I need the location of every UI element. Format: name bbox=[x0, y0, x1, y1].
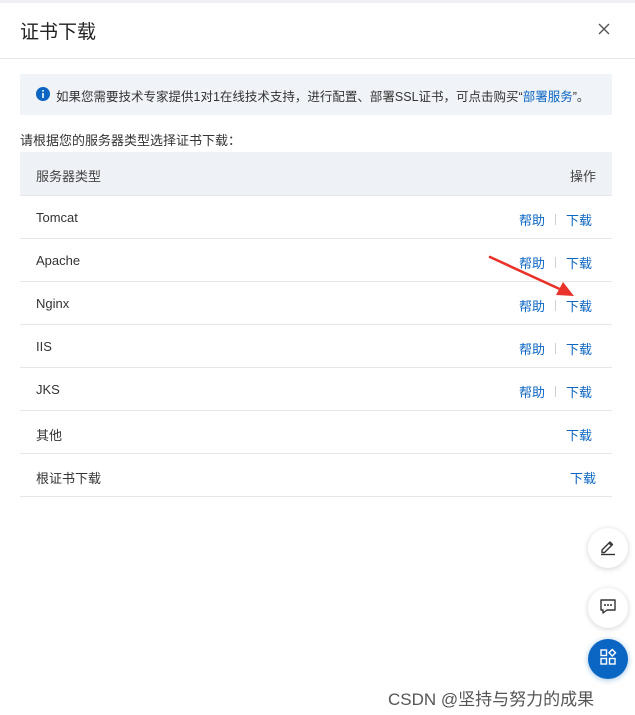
server-name: IIS bbox=[36, 339, 52, 354]
feedback-button[interactable] bbox=[588, 588, 628, 628]
root-cert-download-link[interactable]: 下载 bbox=[570, 468, 596, 487]
divider bbox=[554, 343, 556, 354]
column-header-action: 操作 bbox=[569, 169, 596, 184]
server-name: Nginx bbox=[36, 296, 70, 311]
server-name: 其他 bbox=[36, 428, 63, 443]
server-name: 根证书下载 bbox=[36, 471, 102, 486]
help-link[interactable]: 帮助 bbox=[519, 339, 545, 358]
divider bbox=[554, 214, 556, 225]
table-row: 其他 下载 bbox=[20, 411, 612, 454]
notice-text-suffix: ”。 bbox=[572, 90, 590, 104]
table-header: 服务器类型 操作 bbox=[20, 152, 612, 196]
chat-icon bbox=[598, 596, 618, 621]
dialog-title: 证书下载 bbox=[20, 22, 97, 43]
row-actions: 帮助 下载 bbox=[519, 339, 592, 358]
server-name: Apache bbox=[36, 253, 81, 268]
notice-text-main: 如果您需要技术专家提供1对1在线技术支持，进行配置、部署SSL证书，可点击购买“ bbox=[56, 90, 523, 104]
close-icon[interactable] bbox=[594, 19, 614, 39]
server-name: JKS bbox=[36, 382, 60, 397]
help-link[interactable]: 帮助 bbox=[519, 210, 545, 229]
info-icon bbox=[36, 87, 50, 101]
red-arrow-annotation bbox=[488, 255, 574, 296]
watermark-text: CSDN @坚持与努力的成果 bbox=[388, 690, 595, 709]
edit-button[interactable] bbox=[588, 528, 628, 568]
apps-icon bbox=[598, 647, 618, 672]
server-type-table: 服务器类型 操作 Tomcat 帮助 下载 Apache 帮助 下载 Nginx… bbox=[20, 152, 612, 497]
notice-text: 如果您需要技术专家提供1对1在线技术支持，进行配置、部署SSL证书，可点击购买“… bbox=[56, 86, 589, 105]
row-actions: 下载 bbox=[566, 425, 592, 444]
table-row: JKS 帮助 下载 bbox=[20, 368, 612, 411]
download-link[interactable]: 下载 bbox=[566, 382, 592, 401]
download-link[interactable]: 下载 bbox=[566, 339, 592, 358]
info-notice: 如果您需要技术专家提供1对1在线技术支持，进行配置、部署SSL证书，可点击购买“… bbox=[20, 74, 612, 115]
table-row: 根证书下载 下载 bbox=[20, 454, 612, 497]
row-actions: 帮助 下载 bbox=[519, 382, 592, 401]
select-prompt: 请根据您的服务器类型选择证书下载： bbox=[20, 133, 242, 148]
row-actions: 帮助 下载 bbox=[519, 210, 592, 229]
divider bbox=[554, 300, 556, 311]
download-link[interactable]: 下载 bbox=[566, 425, 592, 444]
column-header-server-type: 服务器类型 bbox=[36, 169, 102, 184]
download-link[interactable]: 下载 bbox=[566, 210, 592, 229]
edit-icon bbox=[598, 536, 618, 561]
divider bbox=[554, 386, 556, 397]
table-row: Tomcat 帮助 下载 bbox=[20, 196, 612, 239]
help-link[interactable]: 帮助 bbox=[519, 382, 545, 401]
apps-button[interactable] bbox=[588, 639, 628, 679]
row-actions: 下载 bbox=[570, 468, 596, 487]
server-name: Tomcat bbox=[36, 210, 78, 225]
dialog-header: 证书下载 bbox=[0, 3, 635, 59]
table-row: IIS 帮助 下载 bbox=[20, 325, 612, 368]
deploy-service-link[interactable]: 部署服务 bbox=[523, 90, 573, 104]
